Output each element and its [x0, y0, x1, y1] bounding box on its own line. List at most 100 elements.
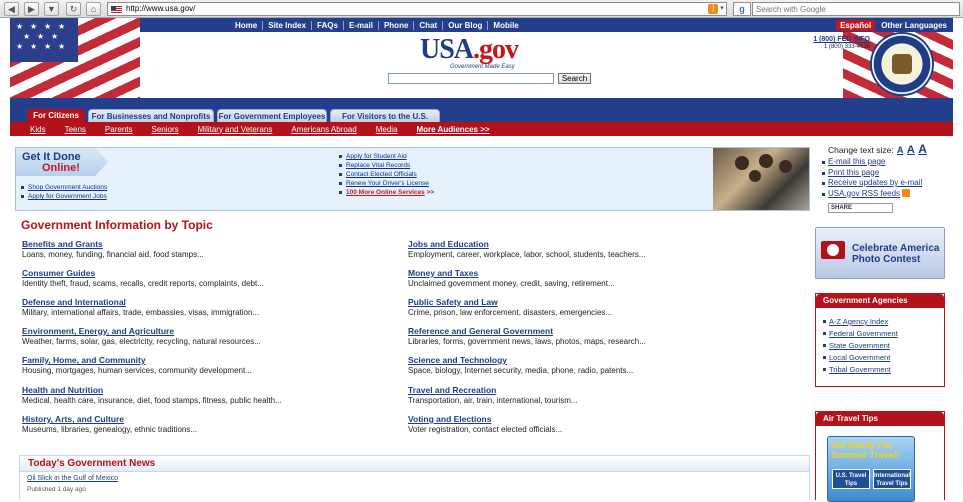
subnav-kids[interactable]: Kids: [30, 125, 46, 134]
topic-link[interactable]: Public Safety and Law: [408, 297, 778, 308]
share-button[interactable]: SHARE: [828, 203, 893, 213]
photo-contest-promo[interactable]: Celebrate America Photo Contest: [815, 227, 945, 279]
topic-item: History, Arts, and Culture Museums, libra…: [22, 414, 392, 435]
topic-link[interactable]: Health and Nutrition: [22, 385, 392, 396]
more-suffix: >>: [424, 189, 435, 196]
text-size-medium[interactable]: A: [907, 144, 915, 156]
nav-faqs[interactable]: FAQs: [312, 20, 344, 30]
topic-desc: Employment, career, workplace, labor, sc…: [408, 250, 646, 259]
browser-search-input[interactable]: [752, 2, 960, 16]
state-government-link[interactable]: State Government: [829, 341, 890, 350]
subnav-parents[interactable]: Parents: [105, 125, 133, 134]
nav-site-index[interactable]: Site Index: [263, 20, 313, 30]
topic-desc: Military, international affairs, trade, …: [22, 308, 260, 317]
nav-email[interactable]: E-mail: [344, 20, 379, 30]
topic-link[interactable]: Benefits and Grants: [22, 239, 392, 250]
local-government-link[interactable]: Local Government: [829, 353, 890, 362]
subnav-media[interactable]: Media: [376, 125, 398, 134]
rss-icon[interactable]: ): [708, 4, 718, 14]
forward-arrow-icon[interactable]: ▶: [24, 2, 39, 16]
home-icon[interactable]: ⌂: [86, 2, 101, 16]
nav-mobile[interactable]: Mobile: [488, 21, 523, 30]
topic-desc: Housing, mortgages, human services, comm…: [22, 366, 252, 375]
espanol-link[interactable]: Español: [836, 19, 876, 31]
topic-link[interactable]: Defense and International: [22, 297, 392, 308]
topic-link[interactable]: Science and Technology: [408, 355, 778, 366]
browser-toolbar: ◀ ▶ ▼ ↻ ⌂ http://www.usa.gov/ ) ▾ g: [0, 0, 963, 18]
logo-suffix: .gov: [473, 34, 519, 65]
topic-link[interactable]: Family, Home, and Community: [22, 355, 392, 366]
text-size-large[interactable]: A: [918, 142, 927, 156]
topic-item: Jobs and Education Employment, career, wo…: [408, 239, 778, 260]
email-updates-link[interactable]: Receive updates by e-mail: [828, 178, 922, 187]
summer-travel-promo[interactable]: Get Ready For Summer Travel! U.S. Travel…: [827, 436, 915, 502]
reload-icon[interactable]: ↻: [66, 2, 81, 16]
family-photo: [713, 148, 809, 210]
topic-link[interactable]: Money and Taxes: [408, 268, 778, 279]
topic-link[interactable]: Consumer Guides: [22, 268, 392, 279]
rss-feeds-link[interactable]: USA.gov RSS feeds: [828, 189, 900, 198]
language-links: Español Other Languages: [836, 18, 947, 32]
us-travel-tips-card[interactable]: U.S. Travel Tips: [832, 469, 870, 489]
email-page-link[interactable]: E-mail this page: [828, 157, 885, 166]
topic-item: Travel and Recreation Transportation, air…: [408, 385, 778, 406]
phone-main-link[interactable]: 1 (800) FED INFO: [800, 36, 870, 43]
elected-officials-link[interactable]: Contact Elected Officials: [346, 171, 417, 178]
tab-government-employees[interactable]: For Government Employees: [217, 109, 327, 122]
news-item-link[interactable]: Oil Slick in the Gulf of Mexico: [27, 475, 118, 482]
topic-link[interactable]: Jobs and Education: [408, 239, 778, 250]
international-travel-tips-card[interactable]: International Travel Tips: [873, 469, 911, 489]
subnav-seniors[interactable]: Seniors: [152, 125, 179, 134]
tab-citizens[interactable]: For Citizens: [27, 109, 85, 122]
topic-link[interactable]: Voting and Elections: [408, 414, 778, 425]
topic-desc: Transportation, air, train, internationa…: [408, 396, 578, 405]
tab-businesses[interactable]: For Businesses and Nonprofits: [88, 109, 214, 122]
agency-az-link[interactable]: A-Z Agency Index: [829, 317, 888, 326]
nav-chat[interactable]: Chat: [414, 20, 444, 30]
more-online-services-link[interactable]: 100 More Online Services: [346, 189, 425, 196]
student-aid-link[interactable]: Apply for Student Aid: [346, 153, 407, 160]
government-news-panel: Today's Government News Oil Slick in the…: [19, 455, 810, 500]
google-icon[interactable]: g: [733, 2, 751, 16]
print-page-link[interactable]: Print this page: [828, 168, 879, 177]
camera-icon: [821, 241, 845, 259]
back-arrow-icon[interactable]: ◀: [4, 2, 19, 16]
get-it-done-title: Get It Done Online!: [16, 148, 108, 176]
rss-feed-icon[interactable]: [902, 188, 911, 197]
history-dropdown-icon[interactable]: ▼: [44, 2, 59, 16]
usagov-logo[interactable]: USA.gov Government Made Easy: [420, 34, 560, 72]
topic-link[interactable]: Environment, Energy, and Agriculture: [22, 326, 392, 337]
nav-blog[interactable]: Our Blog: [443, 20, 489, 30]
topic-link[interactable]: Travel and Recreation: [408, 385, 778, 396]
tab-visitors[interactable]: For Visitors to the U.S.: [330, 109, 440, 122]
nav-phone[interactable]: Phone: [379, 20, 415, 30]
gov-jobs-link[interactable]: Apply for Government Jobs: [28, 193, 107, 200]
topic-link[interactable]: Reference and General Government: [408, 326, 778, 337]
subnav-americans-abroad[interactable]: Americans Abroad: [291, 125, 356, 134]
auctions-link[interactable]: Shop Government Auctions: [28, 184, 107, 191]
other-languages-link[interactable]: Other Languages: [881, 21, 947, 30]
tribal-government-link[interactable]: Tribal Government: [829, 365, 891, 374]
topic-desc: Space, biology, Internet security, media…: [408, 366, 634, 375]
chevron-down-icon[interactable]: ▾: [718, 3, 726, 15]
flag-graphic: ★ ★ ★ ★ ★ ★ ★ ★ ★ ★ ★: [10, 18, 140, 98]
nav-home[interactable]: Home: [230, 20, 264, 30]
site-search-input[interactable]: [388, 73, 554, 84]
subnav-more-audiences[interactable]: More Audiences >>: [417, 125, 490, 134]
get-it-done-left-list: Shop Government Auctions Apply for Gover…: [20, 183, 107, 201]
top-nav-links: Home Site Index FAQs E-mail Phone Chat O…: [230, 18, 524, 32]
federal-government-link[interactable]: Federal Government: [829, 329, 898, 338]
topic-item: Health and Nutrition Medical, health care…: [22, 385, 392, 406]
topic-desc: Crime, prison, law enforcement, disaster…: [408, 308, 613, 317]
topic-desc: Libraries, forms, government news, laws,…: [408, 337, 646, 346]
site-header: ★ ★ ★ ★ ★ ★ ★ ★ ★ ★ ★ Home Site Index FAQs E-mai…: [10, 18, 953, 98]
topic-link[interactable]: History, Arts, and Culture: [22, 414, 392, 425]
address-bar[interactable]: http://www.usa.gov/ ) ▾: [107, 2, 727, 16]
drivers-license-link[interactable]: Renew Your Driver's License: [346, 180, 429, 187]
subnav-teens[interactable]: Teens: [65, 125, 86, 134]
text-size-small[interactable]: A: [897, 145, 904, 155]
search-button[interactable]: Search: [558, 73, 591, 84]
subnav-military[interactable]: Military and Veterans: [198, 125, 273, 134]
vital-records-link[interactable]: Replace Vital Records: [346, 162, 410, 169]
topics-title: Government Information by Topic: [21, 218, 213, 232]
